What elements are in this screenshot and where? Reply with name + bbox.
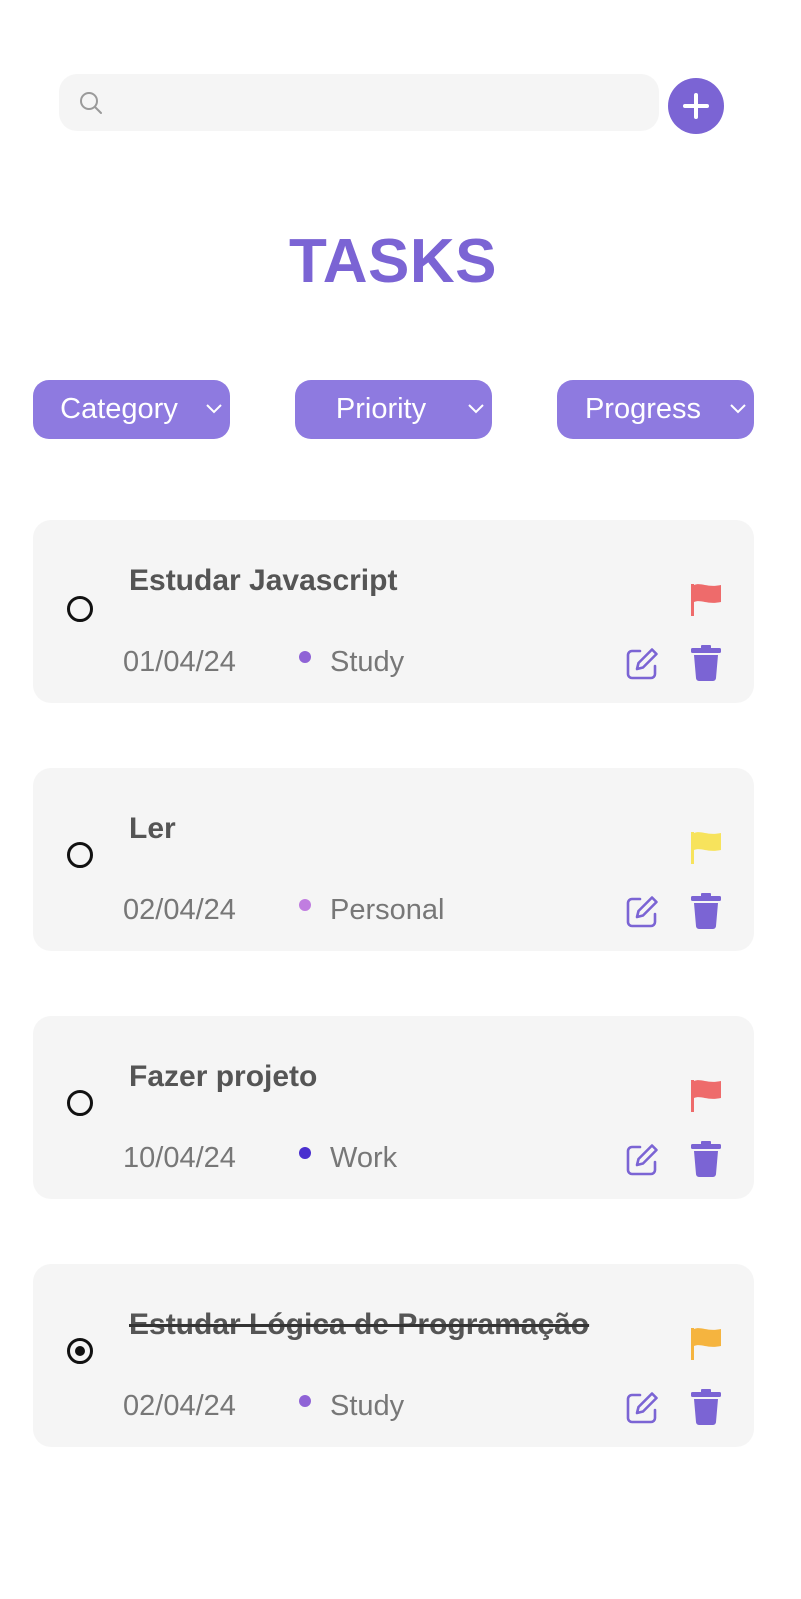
add-task-button[interactable]: [668, 78, 724, 134]
task-date: 10/04/24: [123, 1142, 236, 1174]
chevron-down-icon: [206, 404, 222, 414]
priority-filter-label: Priority: [335, 393, 427, 425]
priority-flag-icon: [691, 1080, 721, 1112]
task-title: Estudar Lógica de Programação: [129, 1308, 590, 1341]
task-category: Study: [330, 646, 405, 678]
plus-icon: [683, 93, 709, 119]
edit-icon[interactable]: [625, 1391, 659, 1425]
search-bar[interactable]: [59, 74, 659, 133]
trash-icon[interactable]: [691, 645, 721, 681]
task-card[interactable]: Estudar Lógica de Programação 02/04/24 S…: [33, 1264, 754, 1447]
edit-icon[interactable]: [625, 647, 659, 681]
task-card[interactable]: Estudar Javascript 01/04/24 Study: [33, 520, 754, 703]
task-category: Personal: [330, 894, 445, 926]
category-dot: [299, 651, 311, 663]
trash-icon[interactable]: [691, 1141, 721, 1177]
page-title: TASKS: [288, 227, 498, 296]
priority-flag-icon: [691, 1328, 721, 1360]
chevron-down-icon: [468, 404, 484, 414]
category-dot: [299, 1395, 311, 1407]
chevron-down-icon: [730, 404, 746, 414]
priority-flag-icon: [691, 584, 721, 616]
task-date: 01/04/24: [123, 646, 236, 678]
task-title: Estudar Javascript: [129, 564, 398, 597]
category-dot: [299, 1147, 311, 1159]
edit-icon[interactable]: [625, 1143, 659, 1177]
task-category: Study: [330, 1390, 405, 1422]
search-input[interactable]: [117, 74, 651, 133]
task-title: Fazer projeto: [129, 1060, 318, 1093]
trash-icon[interactable]: [691, 893, 721, 929]
task-date: 02/04/24: [123, 1390, 236, 1422]
search-icon: [80, 92, 102, 114]
category-dot: [299, 899, 311, 911]
task-card[interactable]: Fazer projeto 10/04/24 Work: [33, 1016, 754, 1199]
edit-icon[interactable]: [625, 895, 659, 929]
task-complete-radio[interactable]: [67, 1090, 93, 1116]
task-complete-radio[interactable]: [67, 596, 93, 622]
task-complete-radio[interactable]: [67, 1338, 93, 1364]
progress-filter-label: Progress: [584, 393, 702, 425]
priority-filter[interactable]: Priority: [295, 380, 492, 439]
progress-filter[interactable]: Progress: [557, 380, 754, 439]
trash-icon[interactable]: [691, 1389, 721, 1425]
task-category: Work: [330, 1142, 398, 1174]
task-title: Ler: [129, 812, 176, 845]
priority-flag-icon: [691, 832, 721, 864]
task-date: 02/04/24: [123, 894, 236, 926]
task-complete-radio[interactable]: [67, 842, 93, 868]
category-filter[interactable]: Category: [33, 380, 230, 439]
category-filter-label: Category: [60, 393, 178, 425]
task-card[interactable]: Ler 02/04/24 Personal: [33, 768, 754, 951]
